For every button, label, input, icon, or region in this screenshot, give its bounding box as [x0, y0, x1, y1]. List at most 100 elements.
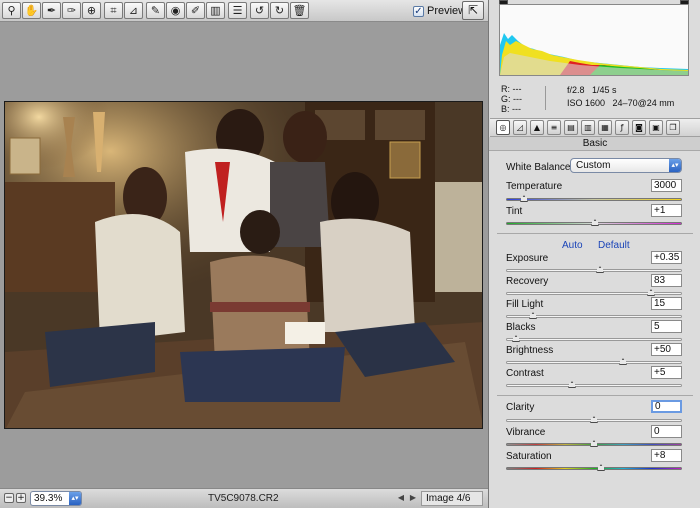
color-sampler-tool[interactable]: ✑ — [62, 2, 81, 19]
preview-toggle[interactable]: ✓ Preview — [413, 3, 466, 19]
hand-tool[interactable]: ✋ — [22, 2, 41, 19]
white-balance-select[interactable]: Custom ▴▾ — [570, 158, 682, 173]
temperature-slider[interactable] — [506, 195, 682, 202]
eyedropper-plus-icon: ✑ — [66, 4, 77, 17]
exposure-slider-thumb[interactable] — [596, 266, 605, 273]
green-readout: G: --- — [501, 94, 522, 104]
zoom-level-select[interactable]: 39.3% ▴▾ — [30, 491, 82, 506]
fill-light-slider-thumb[interactable] — [529, 312, 538, 319]
exposure-value-field[interactable]: +0.35 — [651, 251, 682, 264]
white-balance-value: Custom — [576, 160, 611, 171]
zoom-out-button[interactable]: − — [4, 493, 14, 503]
tab-detail[interactable]: ▲ — [530, 120, 544, 135]
preferences-tool[interactable]: ☰ — [228, 2, 247, 19]
vibrance-slider-thumb[interactable] — [590, 440, 598, 447]
brightness-value-field[interactable]: +50 — [651, 343, 682, 356]
tint-slider[interactable] — [506, 219, 682, 226]
trash-icon: 🗑 — [292, 4, 307, 17]
crop-tool[interactable]: ⌗ — [104, 2, 123, 19]
panel-tabs: ◎ ◿ ▲ ≡ ▤ ▥ ▦ ƒ ◙ ▣ ❐ — [490, 118, 700, 137]
tab-presets[interactable]: ▣ — [649, 120, 663, 135]
adjustment-brush-tool[interactable]: ✐ — [186, 2, 205, 19]
tab-split-toning[interactable]: ▤ — [564, 120, 578, 135]
red-eye-tool[interactable]: ◉ — [166, 2, 185, 19]
zoom-level-value: 39.3% — [34, 493, 63, 504]
image-canvas[interactable] — [0, 22, 488, 488]
default-link[interactable]: Default — [598, 240, 630, 251]
clarity-value-field[interactable]: 0 — [651, 400, 682, 413]
panel-title: Basic — [489, 137, 700, 151]
blacks-slider[interactable] — [506, 335, 682, 342]
spot-removal-tool[interactable]: ✎ — [146, 2, 165, 19]
recovery-value-field[interactable]: 83 — [651, 274, 682, 287]
fill-light-value-field[interactable]: 15 — [651, 297, 682, 310]
crop-icon: ⌗ — [110, 4, 117, 17]
target-adjustment-tool[interactable]: ⊕ — [82, 2, 101, 19]
brush-icon: ✎ — [150, 4, 161, 17]
rgb-readout: R: --- G: --- B: --- — [501, 84, 522, 114]
tab-lens-corrections[interactable]: ▥ — [581, 120, 595, 135]
exposure-label: Exposure — [506, 253, 549, 264]
previous-image-button[interactable]: ◀ — [395, 492, 407, 504]
vibrance-label: Vibrance — [506, 427, 546, 438]
fill-light-slider[interactable] — [506, 312, 682, 319]
tab-fx[interactable]: ƒ — [615, 120, 629, 135]
clarity-slider[interactable] — [506, 416, 682, 423]
brightness-slider[interactable] — [506, 358, 682, 365]
fullscreen-toggle-button[interactable]: ⇱ — [462, 1, 484, 20]
preview-checkbox[interactable]: ✓ — [413, 5, 424, 17]
mountain-icon: ▲ — [533, 123, 541, 132]
clarity-slider-thumb[interactable] — [590, 416, 598, 423]
straighten-tool[interactable]: ⊿ — [124, 2, 143, 19]
clarity-label: Clarity — [506, 402, 535, 413]
blacks-value-field[interactable]: 5 — [651, 320, 682, 333]
saturation-slider[interactable] — [506, 464, 682, 471]
blacks-slider-thumb[interactable] — [511, 335, 520, 342]
white-balance-label: White Balance: — [506, 162, 574, 173]
bars-icon: ≡ — [550, 123, 558, 132]
brightness-slider-thumb[interactable] — [619, 358, 628, 365]
delete-tool[interactable]: 🗑 — [290, 2, 309, 19]
vibrance-slider[interactable] — [506, 440, 682, 447]
graduated-filter-tool[interactable]: ▥ — [206, 2, 225, 19]
temperature-slider-thumb[interactable] — [520, 195, 529, 202]
exposure-slider[interactable] — [506, 266, 682, 273]
temperature-value-field[interactable]: 3000 — [651, 179, 682, 192]
zoom-in-button[interactable]: + — [16, 493, 26, 503]
tint-value-field[interactable]: +1 — [651, 204, 682, 217]
rotate-left-icon: ↺ — [254, 4, 265, 17]
image-counter: Image 4/6 — [421, 491, 483, 506]
tab-basic[interactable]: ◎ — [496, 120, 510, 135]
rotate-ccw-tool[interactable]: ↺ — [250, 2, 269, 19]
recovery-slider[interactable] — [506, 289, 682, 296]
presets-icon: ▣ — [652, 123, 660, 132]
contrast-value-field[interactable]: +5 — [651, 366, 682, 379]
arrow-right-icon: ▶ — [409, 493, 417, 502]
chevron-updown-icon: ▴▾ — [669, 159, 681, 172]
saturation-value-field[interactable]: +8 — [651, 449, 682, 462]
tab-camera-calibration[interactable]: ◙ — [632, 120, 646, 135]
white-balance-tool[interactable]: ✒ — [42, 2, 61, 19]
tab-hsl[interactable]: ≡ — [547, 120, 561, 135]
vibrance-value-field[interactable]: 0 — [651, 425, 682, 438]
exif-info: f/2.8 1/45 s ISO 1600 24–70@24 mm — [567, 84, 674, 110]
tab-snapshots[interactable]: ❐ — [666, 120, 680, 135]
saturation-label: Saturation — [506, 451, 552, 462]
rotate-cw-tool[interactable]: ↻ — [270, 2, 289, 19]
zoom-tool[interactable]: ⚲ — [2, 2, 21, 19]
fill-light-label: Fill Light — [506, 299, 544, 310]
tab-effects[interactable]: ▦ — [598, 120, 612, 135]
lens-value: 24–70@24 mm — [612, 98, 675, 108]
section-divider — [497, 233, 693, 234]
tab-tone-curve[interactable]: ◿ — [513, 120, 527, 135]
next-image-button[interactable]: ▶ — [407, 492, 419, 504]
contrast-slider[interactable] — [506, 381, 682, 388]
minus-icon: − — [5, 493, 13, 503]
tint-slider-thumb[interactable] — [590, 219, 599, 226]
target-icon: ⊕ — [86, 4, 97, 17]
saturation-slider-thumb[interactable] — [596, 464, 605, 471]
auto-link[interactable]: Auto — [562, 240, 583, 251]
contrast-slider-thumb[interactable] — [568, 381, 577, 388]
red-eye-icon: ◉ — [170, 4, 181, 17]
recovery-slider-thumb[interactable] — [647, 289, 656, 296]
